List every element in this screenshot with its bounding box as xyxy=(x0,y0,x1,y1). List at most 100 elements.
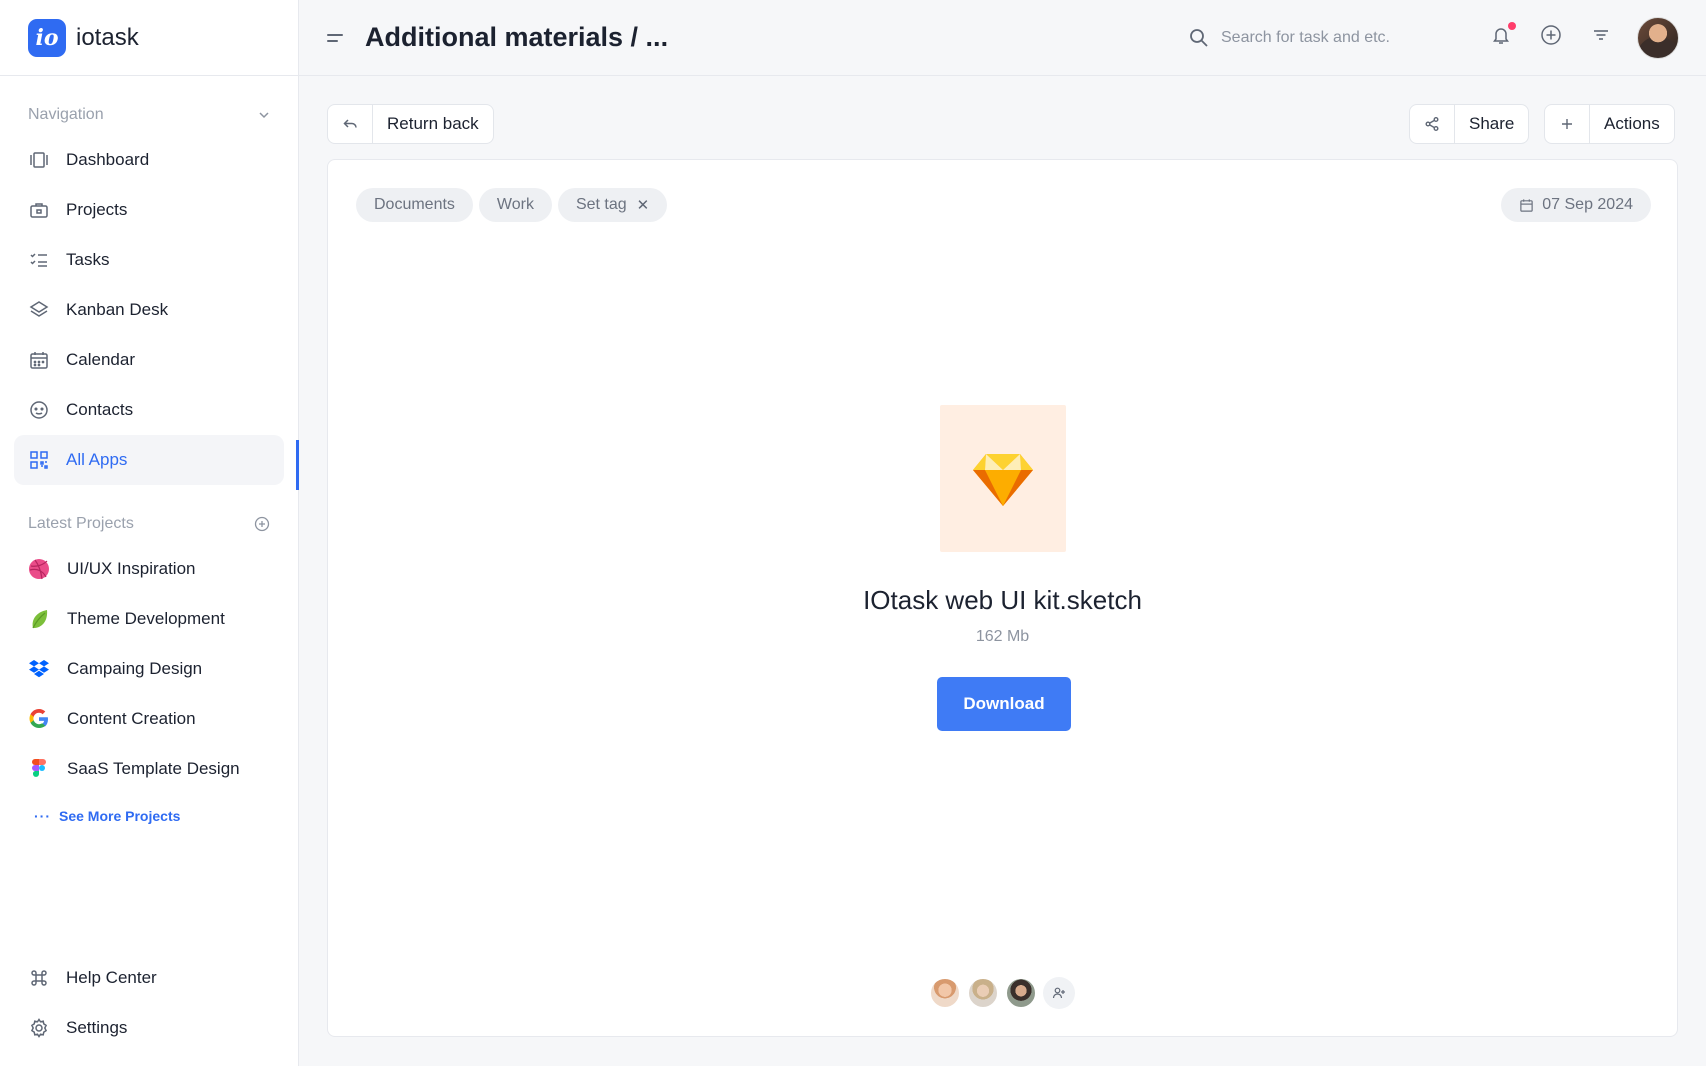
sidebar-item-label: Tasks xyxy=(66,250,110,269)
sidebar-item-label: Projects xyxy=(66,200,128,219)
figma-icon xyxy=(28,758,50,780)
sidebar-item-label: All Apps xyxy=(66,450,128,469)
project-item-label: Theme Development xyxy=(67,609,225,628)
latest-projects-heading: Latest Projects xyxy=(28,515,134,532)
return-arrow-icon xyxy=(328,105,373,143)
collaborator-avatar[interactable] xyxy=(967,977,999,1009)
sidebar-bottom-list: Help Center Settings xyxy=(0,953,298,1066)
search-input[interactable] xyxy=(1221,29,1441,47)
return-back-label: Return back xyxy=(387,114,479,133)
return-back-button[interactable]: Return back xyxy=(327,104,494,144)
project-item-ui-ux-inspiration[interactable]: UI/UX Inspiration xyxy=(14,544,284,594)
sidebar-item-help-center[interactable]: Help Center xyxy=(14,953,284,1003)
search-box[interactable] xyxy=(1189,22,1441,54)
add-collaborator-button[interactable] xyxy=(1043,977,1075,1009)
sidebar-item-label: Help Center xyxy=(66,968,157,987)
sidebar-item-tasks[interactable]: Tasks xyxy=(14,235,284,285)
checklist-icon xyxy=(28,249,50,271)
sidebar-item-label: Calendar xyxy=(66,350,135,369)
user-avatar[interactable] xyxy=(1637,17,1679,59)
topbar: Additional materials / ... xyxy=(299,0,1706,76)
sidebar-item-kanban-desk[interactable]: Kanban Desk xyxy=(14,285,284,335)
project-item-label: Campaing Design xyxy=(67,659,203,678)
date-text: 07 Sep 2024 xyxy=(1542,196,1633,213)
layers-icon xyxy=(28,299,50,321)
see-more-projects-link[interactable]: ··· See More Projects xyxy=(0,804,298,828)
file-thumbnail[interactable] xyxy=(940,405,1066,552)
brand[interactable]: io iotask xyxy=(0,0,298,76)
file-detail-card: Documents Work Set tag ✕ 07 Sep 2024 IOt… xyxy=(327,159,1678,1037)
tag-documents[interactable]: Documents xyxy=(356,188,473,222)
project-item-campaing-design[interactable]: Campaing Design xyxy=(14,644,284,694)
add-user-icon xyxy=(1052,987,1065,999)
tag-list: Documents Work Set tag ✕ xyxy=(356,188,668,222)
search-icon xyxy=(1190,29,1208,47)
sidebar-item-contacts[interactable]: Contacts xyxy=(14,385,284,435)
notification-dot xyxy=(1508,22,1516,30)
projects-list: UI/UX Inspiration Theme Development Camp… xyxy=(0,544,298,794)
navigation-heading: Navigation xyxy=(28,106,104,123)
filter-button[interactable] xyxy=(1590,24,1612,46)
sidebar-item-projects[interactable]: Projects xyxy=(14,185,284,235)
notifications-button[interactable] xyxy=(1490,22,1516,46)
page-title: Additional materials / ... xyxy=(365,22,669,52)
tag-work[interactable]: Work xyxy=(478,188,552,222)
collaborator-avatar[interactable] xyxy=(1005,977,1037,1009)
sidebar-item-dashboard[interactable]: Dashboard xyxy=(14,135,284,185)
sidebar-item-calendar[interactable]: Calendar xyxy=(14,335,284,385)
nav-list: Dashboard Projects Tasks Kanban Desk Cal… xyxy=(0,135,298,485)
sidebar-item-all-apps[interactable]: All Apps xyxy=(14,435,284,485)
share-label: Share xyxy=(1469,114,1515,133)
set-tag-button[interactable]: Set tag ✕ xyxy=(557,188,668,222)
dribbble-icon xyxy=(28,558,50,580)
share-button[interactable]: Share xyxy=(1409,104,1530,144)
project-item-label: Content Creation xyxy=(67,709,196,728)
sidebar-item-settings[interactable]: Settings xyxy=(14,1003,284,1053)
close-icon[interactable]: ✕ xyxy=(637,196,650,214)
project-item-content-creation[interactable]: Content Creation xyxy=(14,694,284,744)
dashboard-icon xyxy=(28,149,50,171)
briefcase-icon xyxy=(28,199,50,221)
collaborator-avatar[interactable] xyxy=(929,977,961,1009)
share-icon xyxy=(1410,105,1455,143)
calendar-icon xyxy=(1519,198,1534,213)
file-name: IOtask web UI kit.sketch xyxy=(863,585,1142,615)
topbar-actions xyxy=(1490,22,1612,46)
date-badge[interactable]: 07 Sep 2024 xyxy=(1501,188,1651,222)
chevron-down-icon xyxy=(259,112,269,119)
sketch-diamond-icon xyxy=(973,453,1033,506)
sidebar-item-label: Contacts xyxy=(66,400,134,419)
see-more-label: See More Projects xyxy=(59,808,181,824)
sidebar-item-label: Settings xyxy=(66,1018,128,1037)
sidebar-item-label: Kanban Desk xyxy=(66,300,169,319)
apps-grid-icon xyxy=(28,449,50,471)
command-icon xyxy=(28,967,50,989)
download-button[interactable]: Download xyxy=(937,677,1071,731)
gear-icon xyxy=(28,1017,50,1039)
actions-button[interactable]: Actions xyxy=(1544,104,1675,144)
menu-toggle-icon[interactable] xyxy=(327,28,347,48)
navigation-section-header[interactable]: Navigation xyxy=(0,95,298,135)
latest-projects-header: Latest Projects xyxy=(0,504,298,544)
project-item-label: UI/UX Inspiration xyxy=(67,559,196,578)
dropbox-icon xyxy=(28,658,50,680)
more-dots-icon: ··· xyxy=(34,808,51,824)
sidebar: io iotask Navigation Dashboard Projects … xyxy=(0,0,299,1066)
project-item-theme-development[interactable]: Theme Development xyxy=(14,594,284,644)
add-button[interactable] xyxy=(1540,24,1562,46)
set-tag-label: Set tag xyxy=(575,196,627,213)
brand-logo: io xyxy=(28,18,66,57)
project-item-label: SaaS Template Design xyxy=(67,759,240,778)
collaborators xyxy=(929,977,1075,1009)
plus-circle-icon xyxy=(1541,25,1561,45)
add-project-icon[interactable] xyxy=(254,516,270,532)
smile-icon xyxy=(28,399,50,421)
leaf-icon xyxy=(28,608,50,630)
sidebar-item-label: Dashboard xyxy=(66,150,150,169)
project-item-saas-template-design[interactable]: SaaS Template Design xyxy=(14,744,284,794)
plus-icon xyxy=(1545,105,1590,143)
filter-icon xyxy=(1594,30,1608,40)
file-size: 162 Mb xyxy=(975,628,1030,645)
brand-name: iotask xyxy=(76,23,139,51)
actions-label: Actions xyxy=(1604,114,1660,133)
